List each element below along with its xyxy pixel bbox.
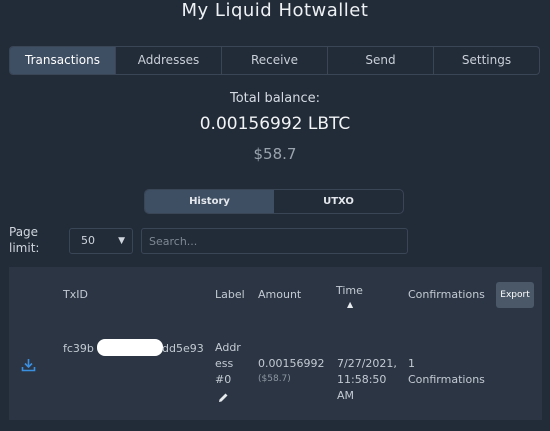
header-confirmations: Confirmations (408, 288, 485, 301)
amount-value: 0.00156992 (258, 357, 325, 370)
tab-utxo[interactable]: UTXO (274, 190, 403, 213)
time-line-2: 11:58:50 (337, 373, 387, 386)
label-line-2: ess (215, 357, 234, 370)
time-line-1: 7/27/2021, (337, 357, 397, 370)
confirmations-count: 1 (408, 357, 415, 370)
download-icon[interactable] (21, 357, 36, 376)
txid-start[interactable]: fc39b (63, 341, 94, 356)
label-line-1: Addr (215, 341, 241, 354)
time-line-3: AM (337, 389, 355, 402)
header-amount: Amount (258, 288, 302, 301)
tab-transactions[interactable]: Transactions (10, 47, 116, 74)
label-line-3: #0 (215, 373, 232, 386)
txid-end[interactable]: dd5e93 (162, 341, 204, 356)
tab-addresses[interactable]: Addresses (116, 47, 222, 74)
txid-redaction (97, 339, 163, 356)
history-utxo-toggle: History UTXO (144, 189, 404, 214)
page-limit-label: Page limit: (9, 225, 40, 255)
tab-send[interactable]: Send (328, 47, 434, 74)
page-limit-select[interactable]: 50 ▼ (69, 228, 133, 254)
tab-history[interactable]: History (145, 190, 274, 213)
amount-usd: ($58.7) (258, 374, 291, 384)
sort-up-icon[interactable]: ▲ (347, 300, 353, 309)
main-tabs: Transactions Addresses Receive Send Sett… (9, 46, 540, 75)
header-time[interactable]: Time (336, 283, 363, 298)
total-balance-label: Total balance: (229, 91, 321, 106)
export-button[interactable]: Export (496, 282, 534, 308)
confirmations-text: Confirmations (408, 373, 485, 386)
header-label: Label (215, 288, 245, 301)
search-input[interactable] (141, 228, 408, 254)
chevron-down-icon: ▼ (118, 236, 125, 246)
tab-settings[interactable]: Settings (434, 47, 539, 74)
tab-receive[interactable]: Receive (222, 47, 328, 74)
total-balance-value: 0.00156992 LBTC (199, 114, 351, 134)
header-txid: TxID (63, 288, 88, 301)
page-limit-value: 50 (81, 234, 95, 247)
total-balance-usd: $58.7 (253, 145, 297, 163)
pencil-icon[interactable] (218, 388, 229, 407)
app-title: My Liquid Hotwallet (181, 0, 369, 21)
